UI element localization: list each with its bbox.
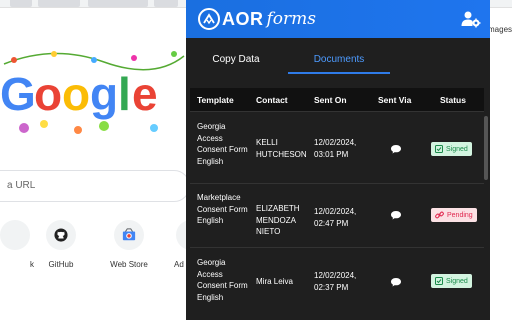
status-badge: Signed bbox=[431, 274, 472, 288]
signed-icon bbox=[435, 277, 443, 285]
search-placeholder: a URL bbox=[7, 180, 36, 191]
svg-text:g: g bbox=[90, 68, 118, 120]
chat-icon bbox=[391, 278, 401, 287]
signed-icon bbox=[435, 145, 443, 153]
github-icon bbox=[46, 220, 76, 250]
svg-text:o: o bbox=[34, 68, 62, 120]
chat-icon bbox=[391, 211, 401, 220]
status-text: Signed bbox=[446, 145, 468, 153]
cell-template: Georgia Access Consent Form English bbox=[197, 122, 248, 166]
panel-header: AOR forms bbox=[186, 0, 490, 38]
aor-logo-icon bbox=[198, 8, 220, 30]
bookmark-item[interactable] bbox=[154, 0, 178, 7]
cell-contact: KELLI HUTCHESON bbox=[256, 138, 307, 159]
header-contact: Contact bbox=[256, 95, 288, 105]
logo-text-bold: AOR bbox=[222, 8, 264, 29]
logo-text-italic: forms bbox=[266, 9, 317, 29]
table-header: Template Contact Sent On Sent Via Status bbox=[190, 88, 484, 112]
status-text: Pending bbox=[447, 211, 473, 219]
header-sent-via: Sent Via bbox=[378, 95, 412, 105]
user-gear-icon bbox=[461, 11, 481, 28]
aor-forms-logo: AOR forms bbox=[198, 6, 316, 32]
chrome-web-store-icon bbox=[114, 220, 144, 250]
header-template: Template bbox=[197, 95, 234, 105]
status-badge: Pending bbox=[431, 208, 477, 222]
documents-table: Template Contact Sent On Sent Via Status… bbox=[190, 88, 484, 320]
cell-template: Marketplace Consent Form English bbox=[197, 193, 248, 225]
scrollbar-thumb[interactable] bbox=[484, 116, 488, 180]
tab-documents[interactable]: Documents bbox=[288, 54, 390, 65]
cell-sent-on: 12/02/2024, 03:01 PM bbox=[314, 138, 357, 159]
side-text: mages bbox=[488, 25, 512, 34]
bookmark-item[interactable] bbox=[88, 0, 148, 7]
google-doodle[interactable]: G o o g l e bbox=[0, 44, 194, 140]
bookmark-item[interactable] bbox=[10, 0, 32, 7]
cell-template: Georgia Access Consent Form English bbox=[197, 258, 248, 302]
status-text: Signed bbox=[446, 277, 468, 285]
user-settings-button[interactable] bbox=[460, 8, 482, 30]
screen: mages G o o g l e a URL k GitHub Web Sto… bbox=[0, 0, 512, 320]
header-status: Status bbox=[440, 95, 466, 105]
bookmark-item[interactable] bbox=[38, 0, 80, 7]
shortcut-github[interactable]: GitHub bbox=[26, 220, 96, 269]
panel-tabs: Copy Data Documents bbox=[186, 38, 490, 74]
cell-sent-on: 12/02/2024, 02:37 PM bbox=[314, 271, 357, 292]
status-badge: Signed bbox=[431, 142, 472, 156]
svg-text:o: o bbox=[62, 68, 90, 120]
chat-icon bbox=[391, 145, 401, 154]
cell-sent-on: 12/02/2024, 02:47 PM bbox=[314, 207, 357, 228]
cell-contact: ELIZABETH MENDOZA NIETO bbox=[256, 204, 300, 236]
shortcut-web-store[interactable]: Web Store bbox=[94, 220, 164, 269]
aor-forms-panel: AOR forms Copy Data Documents Template C… bbox=[186, 0, 490, 320]
link-icon bbox=[435, 211, 444, 219]
cell-contact: Mira Leiva bbox=[256, 277, 293, 286]
tab-copy-data[interactable]: Copy Data bbox=[186, 54, 286, 65]
shortcut-label: Web Store bbox=[110, 260, 148, 269]
search-box[interactable]: a URL bbox=[0, 170, 190, 202]
svg-text:l: l bbox=[118, 68, 131, 120]
shortcut-label: GitHub bbox=[48, 260, 74, 269]
table-row[interactable]: Marketplace Consent Form English ELIZABE… bbox=[190, 184, 484, 248]
active-tab-indicator bbox=[288, 72, 390, 74]
header-sent-on: Sent On bbox=[314, 95, 347, 105]
table-row[interactable]: Georgia Access Consent Form English KELL… bbox=[190, 112, 484, 184]
table-row[interactable]: Georgia Access Consent Form English Mira… bbox=[190, 248, 484, 320]
svg-text:G: G bbox=[0, 68, 36, 120]
svg-text:e: e bbox=[132, 68, 158, 120]
